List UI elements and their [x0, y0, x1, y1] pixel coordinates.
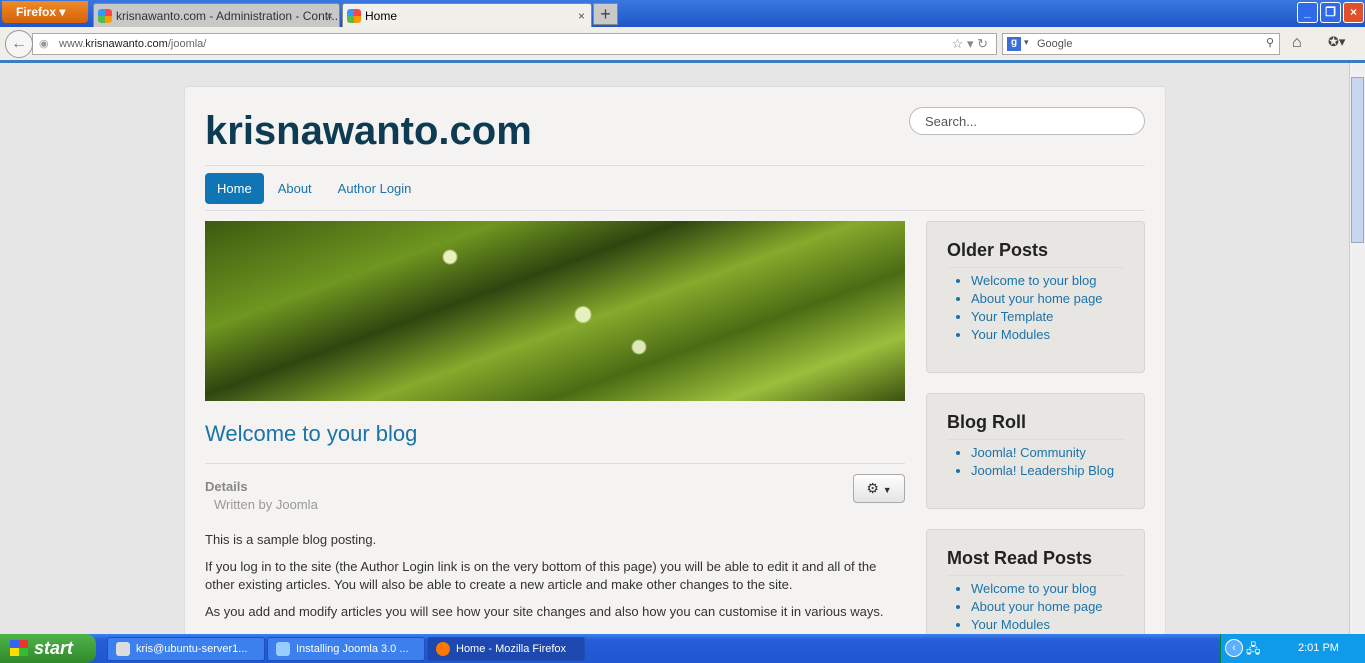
web-search-input[interactable]: g ▾ Google ⚲ — [1002, 33, 1280, 55]
close-tab-icon[interactable]: × — [326, 9, 333, 23]
new-tab-button[interactable]: + — [593, 3, 618, 25]
post-link[interactable]: Welcome to your blog — [971, 580, 1124, 598]
restore-button[interactable]: ❐ — [1320, 2, 1341, 23]
details-label: Details — [205, 479, 248, 494]
banner-image — [205, 221, 905, 401]
task-putty[interactable]: kris@ubuntu-server1... — [107, 637, 265, 661]
dropdown-icon[interactable]: ▾ — [967, 36, 974, 51]
search-icon[interactable]: ⚲ — [1266, 36, 1274, 49]
divider — [205, 463, 905, 464]
gear-icon: ⚙ — [866, 480, 879, 496]
close-window-button[interactable]: × — [1343, 2, 1364, 23]
close-tab-icon[interactable]: × — [578, 9, 585, 23]
paragraph: As you add and modify articles you will … — [205, 604, 884, 619]
divider — [205, 210, 1145, 211]
older-posts-module: Older Posts Welcome to your blogAbout yo… — [926, 221, 1145, 373]
network-icon[interactable]: 🖧 — [1246, 640, 1261, 662]
paragraph: If you log in to the site (the Author Lo… — [205, 559, 877, 592]
start-button[interactable]: start — [0, 634, 96, 663]
show-hidden-icons-button[interactable]: ‹ — [1225, 639, 1243, 657]
home-icon[interactable]: ⌂ — [1292, 34, 1302, 52]
joomla-icon — [347, 9, 361, 23]
post-link[interactable]: Your Modules — [971, 326, 1124, 344]
menu-item-author-login[interactable]: Author Login — [326, 173, 424, 204]
blog-link[interactable]: Joomla! Community — [971, 444, 1124, 462]
bookmarks-icon[interactable]: ✪▾ — [1328, 34, 1345, 50]
site-container: krisnawanto.com Search... Home About Aut… — [184, 86, 1166, 634]
minimize-button[interactable]: _ — [1297, 2, 1318, 23]
vertical-scrollbar[interactable] — [1349, 63, 1365, 634]
firefox-menu-button[interactable]: Firefox ▾ — [2, 1, 88, 23]
navigation-toolbar: ◉ www.krisnawanto.com/joomla/ ☆ ▾ ↻ ← g ▾… — [0, 27, 1365, 63]
joomla-icon — [98, 9, 112, 23]
address-bar[interactable]: ◉ www.krisnawanto.com/joomla/ ☆ ▾ ↻ — [32, 33, 997, 55]
main-menu: Home About Author Login — [205, 173, 425, 204]
clock[interactable]: 2:01 PM — [1298, 642, 1339, 654]
tab-administration[interactable]: krisnawanto.com - Administration - Contr… — [93, 3, 340, 27]
module-title: Most Read Posts — [947, 548, 1124, 576]
paragraph: This is a sample blog posting. — [205, 532, 377, 547]
divider — [205, 165, 1145, 166]
most-read-module: Most Read Posts Welcome to your blogAbou… — [926, 529, 1145, 634]
firefox-icon — [436, 642, 450, 656]
system-tray: ‹ 🖧 2:01 PM — [1220, 634, 1365, 663]
task-document[interactable]: Installing Joomla 3.0 ... — [267, 637, 425, 661]
post-link[interactable]: About your home page — [971, 290, 1124, 308]
document-icon — [276, 642, 290, 656]
windows-flag-icon — [10, 640, 28, 656]
menu-item-about[interactable]: About — [266, 173, 324, 204]
article-title[interactable]: Welcome to your blog — [205, 421, 417, 447]
module-title: Older Posts — [947, 240, 1124, 268]
scrollbar-thumb[interactable] — [1351, 77, 1364, 243]
back-button[interactable]: ← — [5, 30, 33, 58]
site-brand[interactable]: krisnawanto.com — [205, 109, 532, 154]
post-link[interactable]: Welcome to your blog — [971, 272, 1124, 290]
menu-item-home[interactable]: Home — [205, 173, 264, 204]
google-icon: g — [1007, 37, 1021, 51]
blog-link[interactable]: Joomla! Leadership Blog — [971, 462, 1124, 480]
blog-roll-module: Blog Roll Joomla! CommunityJoomla! Leade… — [926, 393, 1145, 509]
taskbar: start kris@ubuntu-server1... Installing … — [0, 634, 1365, 663]
post-link[interactable]: Your Modules — [971, 616, 1124, 634]
post-link[interactable]: Your Template — [971, 308, 1124, 326]
web-page: krisnawanto.com Search... Home About Aut… — [0, 66, 1349, 634]
reload-icon[interactable]: ↻ — [977, 36, 988, 51]
dropdown-icon[interactable]: ▾ — [1024, 37, 1029, 48]
module-title: Blog Roll — [947, 412, 1124, 440]
globe-icon: ◉ — [39, 38, 49, 50]
author-text: Written by Joomla — [214, 497, 318, 512]
caret-down-icon: ▼ — [882, 485, 892, 495]
article-tools-button[interactable]: ⚙ ▼ — [853, 474, 905, 503]
post-link[interactable]: About your home page — [971, 598, 1124, 616]
bookmark-star-icon[interactable]: ☆ — [952, 36, 964, 51]
putty-icon — [116, 642, 130, 656]
browser-tab-bar: Firefox ▾ krisnawanto.com - Administrati… — [0, 0, 1365, 27]
task-firefox[interactable]: Home - Mozilla Firefox — [427, 637, 585, 661]
site-search-input[interactable]: Search... — [909, 107, 1145, 135]
tab-home[interactable]: Home × — [342, 3, 592, 27]
